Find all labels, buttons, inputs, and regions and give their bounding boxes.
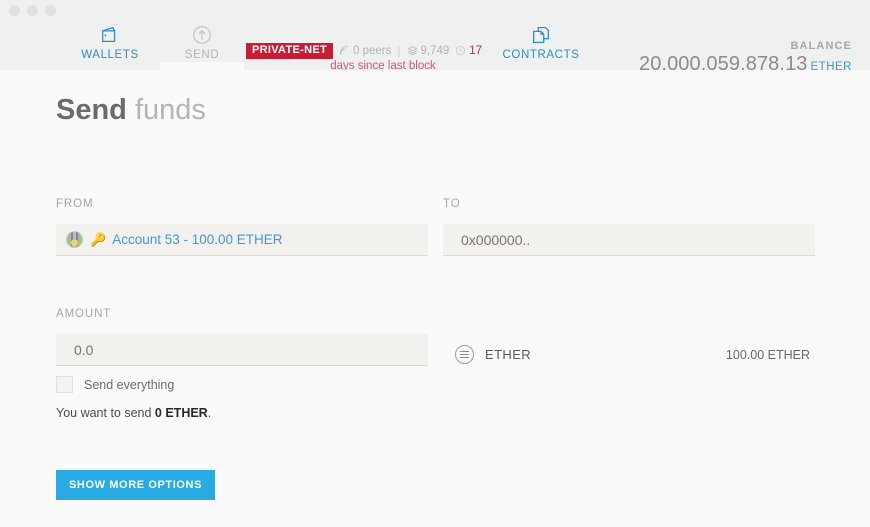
block-number: 9,749 — [407, 44, 450, 57]
block-number-label: 9,749 — [420, 44, 450, 57]
clock-icon — [455, 45, 466, 56]
send-summary-value: 0 ETHER — [154, 406, 208, 420]
send-everything-row[interactable]: Send everything — [56, 376, 428, 393]
amount-field-group: AMOUNT Send everything You want to send … — [56, 308, 428, 420]
send-everything-checkbox[interactable] — [56, 376, 73, 393]
page-title: Send funds — [56, 94, 206, 127]
menu-circle-icon — [455, 345, 474, 364]
send-summary: You want to send 0 ETHER. — [56, 406, 428, 420]
from-account-select[interactable]: 🔑 Account 53 - 100.00 ETHER — [56, 224, 428, 256]
to-label: TO — [443, 198, 461, 210]
network-status: PRIVATE-NET 0 peers | 9,749 17 days sinc… — [246, 42, 496, 72]
to-field-group: TO — [443, 198, 815, 256]
arrow-up-circle-icon — [191, 23, 213, 47]
from-field-group: FROM 🔑 Account 53 - 100.00 ETHER — [56, 198, 428, 256]
tab-wallets-label: WALLETS — [81, 49, 139, 61]
amount-label: AMOUNT — [56, 308, 112, 320]
network-status-row: PRIVATE-NET 0 peers | 9,749 17 — [246, 42, 496, 59]
app-window: WALLETS SEND CONTRACTS PRIVATE-NET 0 pee… — [0, 0, 870, 527]
unit-selector[interactable]: ETHER — [455, 345, 531, 364]
tab-send-label: SEND — [184, 49, 220, 61]
page-title-light: funds — [134, 94, 206, 126]
status-separator: | — [397, 43, 401, 58]
peer-count-label: 0 peers — [353, 44, 392, 57]
balance-label: BALANCE — [790, 40, 852, 52]
window-close-button[interactable] — [9, 4, 20, 16]
peer-count: 0 peers — [339, 45, 391, 57]
status-badge-network: PRIVATE-NET — [246, 42, 334, 59]
block-icon — [407, 45, 418, 56]
tab-contracts-label: CONTRACTS — [502, 49, 580, 61]
unit-name-label: ETHER — [485, 347, 532, 362]
tab-contracts[interactable]: CONTRACTS — [500, 20, 582, 70]
tab-wallets[interactable]: WALLETS — [70, 20, 150, 70]
send-summary-suffix: . — [207, 406, 212, 420]
window-maximize-button[interactable] — [45, 4, 56, 16]
account-identicon — [66, 231, 83, 248]
send-everything-label: Send everything — [84, 377, 175, 392]
from-account-value: Account 53 - 100.00 ETHER — [112, 232, 283, 247]
wallet-icon — [99, 23, 121, 47]
window-titlebar — [0, 0, 870, 20]
signal-icon — [339, 45, 350, 56]
page-title-strong: Send — [56, 94, 127, 126]
from-label: FROM — [56, 198, 94, 210]
amount-input[interactable] — [56, 334, 428, 366]
documents-icon — [530, 23, 552, 47]
last-block-age-label: 17 — [469, 44, 483, 57]
window-minimize-button[interactable] — [27, 4, 38, 16]
unit-selector-row: ETHER 100.00 ETHER — [455, 345, 810, 364]
send-summary-prefix: You want to send — [56, 406, 155, 420]
page-content: Send funds FROM 🔑 Account 53 - 100.00 ET… — [0, 70, 870, 527]
show-more-options-button[interactable]: SHOW MORE OPTIONS — [56, 470, 216, 500]
available-balance-label: 100.00 ETHER — [725, 347, 810, 362]
to-address-input[interactable] — [443, 224, 815, 256]
last-block-age: 17 — [455, 45, 482, 57]
key-icon: 🔑 — [90, 232, 107, 247]
app-header: WALLETS SEND CONTRACTS PRIVATE-NET 0 pee… — [0, 20, 870, 75]
